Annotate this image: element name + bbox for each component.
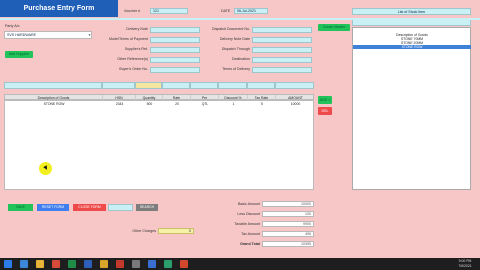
- app-icon[interactable]: [148, 260, 156, 268]
- basic-amount-label: Basic Amount: [238, 202, 260, 206]
- reset-form-button[interactable]: RESET FORM: [37, 204, 69, 211]
- row-hsn[interactable]: 2343: [103, 102, 136, 107]
- grand-total-value: 10395: [262, 241, 314, 247]
- row-per[interactable]: QTL: [191, 102, 219, 107]
- other-charges-label: Other Charges: [132, 229, 156, 233]
- row-amount[interactable]: 10000: [276, 102, 315, 107]
- voucher-input[interactable]: 121: [150, 8, 188, 14]
- items-table[interactable]: STONE ROW 2343 500 20 QTL 1 5 10000: [4, 100, 314, 190]
- delete-item-button[interactable]: DEL: [318, 107, 332, 115]
- payment-terms-label: Mode/Terms of Payment: [109, 37, 148, 41]
- ie-icon[interactable]: [20, 260, 28, 268]
- save-button[interactable]: SAVE: [8, 204, 33, 211]
- excel-icon[interactable]: [68, 260, 76, 268]
- close-form-button[interactable]: CLOSE FORM: [73, 204, 106, 211]
- party-label: Party A/c: [5, 24, 20, 28]
- destination-label: Destination: [232, 57, 250, 61]
- row-description[interactable]: STONE ROW: [5, 102, 103, 107]
- folder-icon[interactable]: [36, 260, 44, 268]
- row-quantity[interactable]: 500: [136, 102, 163, 107]
- row-rate[interactable]: 20: [163, 102, 191, 107]
- supplier-ref-label: Supplier's Ref.: [124, 47, 148, 51]
- taxable-amount-label: Taxable Amount: [234, 222, 260, 226]
- item-entry-row: [4, 82, 314, 89]
- word-icon[interactable]: [84, 260, 92, 268]
- purchase-entry-window: Purchase Entry Form Voucher # 121 DATE 0…: [0, 0, 480, 258]
- page-title: Purchase Entry Form: [0, 0, 118, 17]
- dispatch-through-label: Dispatch Through: [221, 47, 250, 51]
- delivery-note-label: Delivery Note: [126, 27, 148, 31]
- basic-amount-value: 10000: [262, 201, 314, 207]
- dispatch-through-input[interactable]: [252, 47, 312, 53]
- stock-item-list[interactable]: Description of Goods STONE 70MM STONE 20…: [352, 27, 471, 190]
- terms-delivery-input[interactable]: [252, 67, 312, 73]
- media-icon[interactable]: [52, 260, 60, 268]
- other-ref-label: Other Reference(s): [117, 57, 148, 61]
- start-icon[interactable]: [4, 260, 12, 268]
- create-master-button[interactable]: Create Master: [318, 24, 350, 31]
- dispatch-doc-input[interactable]: [252, 27, 312, 33]
- taxable-amount-value: 9900: [262, 221, 314, 227]
- taskbar: 9:00 PM 7/6/2021: [0, 258, 480, 270]
- item-per-input[interactable]: [190, 82, 218, 89]
- party-select[interactable]: SVS HARDWARE: [4, 31, 92, 39]
- item-tax-input[interactable]: [247, 82, 275, 89]
- stock-list-label: List of Stock Item: [352, 8, 471, 15]
- date-input[interactable]: 06-Jul-2021: [234, 8, 268, 14]
- terms-delivery-label: Terms of Delivery: [222, 67, 250, 71]
- voucher-label: Voucher #: [124, 9, 141, 13]
- app-icon[interactable]: [164, 260, 172, 268]
- tax-amount-label: Tax Amount: [241, 232, 260, 236]
- item-amount-input[interactable]: [275, 82, 314, 89]
- header-divider: [0, 18, 480, 20]
- less-discount-value: 100: [262, 211, 314, 217]
- row-discount[interactable]: 1: [219, 102, 248, 107]
- search-input[interactable]: [108, 204, 133, 211]
- item-rate-input[interactable]: [162, 82, 190, 89]
- dispatch-doc-label: Dispatch Document No.: [212, 27, 250, 31]
- date-label: DATE: [221, 9, 231, 13]
- search-button[interactable]: SEARCH: [136, 204, 158, 211]
- item-quantity-input[interactable]: [135, 82, 162, 89]
- other-charges-input[interactable]: 0: [158, 228, 194, 234]
- add-supplier-button[interactable]: Add Supplier: [5, 51, 33, 58]
- delivery-date-label: Delivery Note Date: [219, 37, 250, 41]
- grand-total-label: Grand Total: [240, 242, 260, 246]
- tax-amount-value: 495: [262, 231, 314, 237]
- destination-input[interactable]: [252, 57, 312, 63]
- app-icon[interactable]: [180, 260, 188, 268]
- item-discount-input[interactable]: [218, 82, 247, 89]
- item-description-input[interactable]: [4, 82, 102, 89]
- buyer-order-label: Buyer's Order No.: [119, 67, 148, 71]
- less-discount-label: Less Discount: [237, 212, 260, 216]
- taskbar-clock[interactable]: 9:00 PM 7/6/2021: [452, 259, 478, 269]
- list-item-selected[interactable]: STONE ROW: [353, 45, 471, 49]
- add-item-button[interactable]: ADD >: [318, 96, 332, 104]
- delivery-date-input[interactable]: [252, 37, 312, 43]
- party-value: SVS HARDWARE: [7, 33, 37, 37]
- app-icon[interactable]: [116, 260, 124, 268]
- row-tax-rate[interactable]: 5: [248, 102, 276, 107]
- chrome-icon[interactable]: [100, 260, 108, 268]
- taskbar-date: 7/6/2021: [458, 264, 472, 268]
- tool-icon[interactable]: [132, 260, 140, 268]
- item-hsn-input[interactable]: [102, 82, 135, 89]
